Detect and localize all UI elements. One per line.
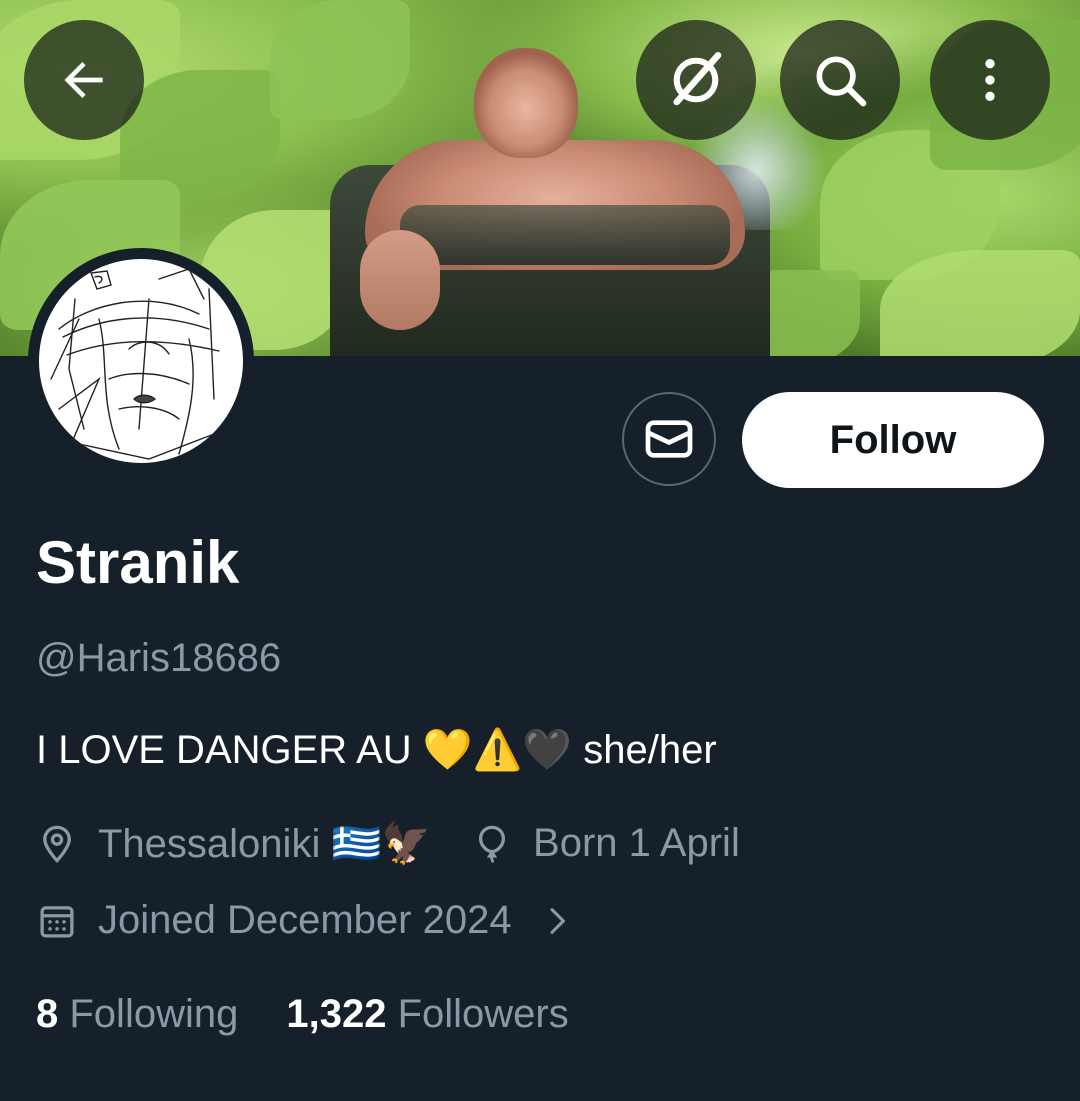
following-label: Following bbox=[69, 992, 239, 1036]
grok-icon bbox=[673, 51, 722, 106]
arrow-left-icon bbox=[64, 62, 103, 98]
envelope-icon bbox=[645, 420, 693, 458]
calendar-icon bbox=[36, 900, 78, 942]
more-options-button[interactable] bbox=[930, 20, 1050, 140]
following-link[interactable]: 8 Following bbox=[36, 992, 238, 1037]
chevron-right-icon bbox=[540, 904, 574, 938]
location-text: Thessaloniki 🇬🇷🦅 bbox=[98, 822, 432, 866]
profile-bio: I LOVE DANGER AU 💛⚠️🖤 she/her bbox=[36, 728, 717, 772]
birthday-text: Born 1 April bbox=[533, 821, 740, 865]
joined-text: Joined December 2024 bbox=[98, 898, 512, 942]
followers-label: Followers bbox=[397, 992, 569, 1036]
profile-meta-row-1: Thessaloniki 🇬🇷🦅 Born 1 April bbox=[36, 820, 740, 867]
user-handle: @Haris18686 bbox=[36, 636, 282, 680]
followers-count: 1,322 bbox=[286, 992, 387, 1036]
more-vertical-icon bbox=[985, 59, 995, 101]
display-name: Stranik bbox=[36, 529, 240, 596]
follow-stats: 8 Following 1,322 Followers bbox=[36, 992, 569, 1037]
profile-avatar[interactable] bbox=[28, 248, 254, 474]
message-button[interactable] bbox=[622, 392, 716, 486]
follow-button[interactable]: Follow bbox=[742, 392, 1044, 488]
location-pin-icon bbox=[36, 823, 78, 865]
balloon-icon bbox=[471, 823, 513, 865]
joined-row[interactable]: Joined December 2024 bbox=[36, 898, 574, 943]
grok-button[interactable] bbox=[636, 20, 756, 140]
search-icon bbox=[816, 56, 867, 107]
search-button[interactable] bbox=[780, 20, 900, 140]
avatar-sketch-image bbox=[50, 268, 220, 460]
followers-link[interactable]: 1,322 Followers bbox=[286, 992, 568, 1037]
back-button[interactable] bbox=[24, 20, 144, 140]
following-count: 8 bbox=[36, 992, 59, 1036]
